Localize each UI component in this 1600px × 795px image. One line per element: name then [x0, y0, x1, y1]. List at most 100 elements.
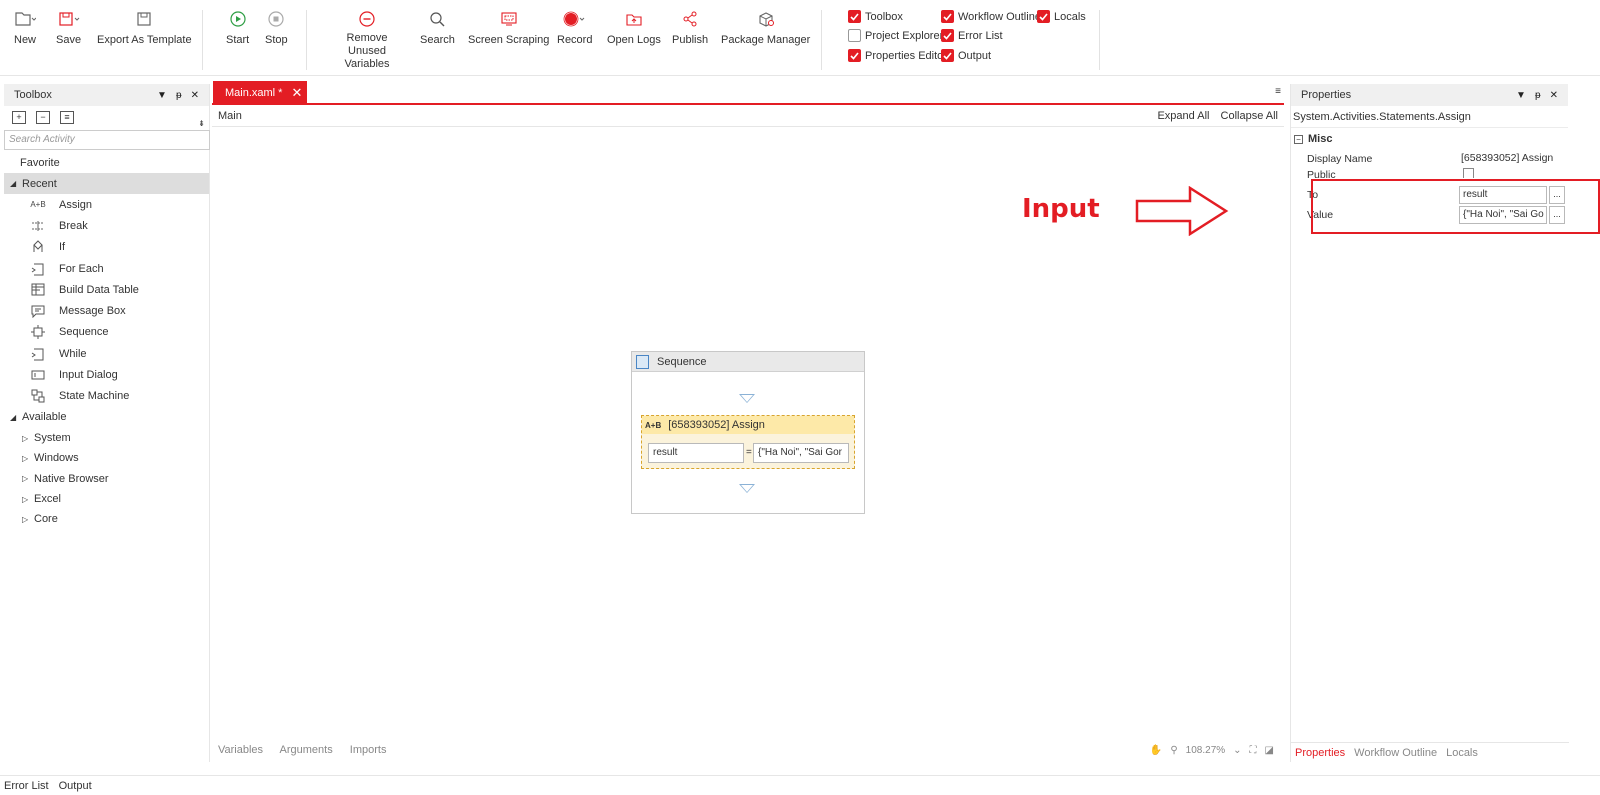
activity-for-each[interactable]: For Each [4, 258, 209, 279]
tree-windows[interactable]: ▷ Windows [4, 448, 209, 468]
toggle-error-list-checkbox[interactable]: Error List [941, 29, 1003, 42]
new-file-icon [14, 8, 36, 30]
variables-tab[interactable]: Variables [218, 744, 263, 756]
unchecked-box-icon [848, 29, 861, 42]
collapse-all-link[interactable]: Collapse All [1221, 110, 1278, 122]
sequence-header: Sequence [632, 352, 864, 372]
sequence-icon [30, 325, 46, 340]
sequence-activity[interactable]: Sequence A+B [658393052] Assign result =… [631, 351, 865, 514]
start-button[interactable]: Start [226, 8, 249, 47]
drop-target-arrow-icon[interactable] [739, 484, 755, 493]
list-view-icon[interactable]: ≡ [60, 110, 74, 124]
overview-icon[interactable]: ◪ [1265, 745, 1274, 756]
save-button[interactable]: Save [56, 8, 81, 47]
toggle-locals-checkbox[interactable]: Locals [1037, 10, 1086, 23]
workflow-designer: Main.xaml * ✕ ≡ Main Expand All Collapse… [212, 80, 1284, 760]
break-icon [30, 219, 46, 232]
tree-favorite[interactable]: Favorite [4, 152, 209, 173]
tree-system[interactable]: ▷ System [4, 428, 209, 448]
output-tab[interactable]: Output [59, 780, 92, 792]
play-icon [230, 8, 246, 30]
properties-title: Properties [1301, 89, 1352, 101]
new-button[interactable]: New [14, 8, 36, 47]
dropdown-icon[interactable]: ▼ [1516, 90, 1526, 101]
assign-to-field[interactable]: result [648, 443, 744, 463]
expand-all-link[interactable]: Expand All [1157, 110, 1209, 122]
error-list-tab[interactable]: Error List [4, 780, 49, 792]
tree-core[interactable]: ▷ Core [4, 509, 209, 529]
breadcrumb[interactable]: Main [218, 110, 242, 122]
ribbon-toolbar: New Save Export As Template Start Stop R… [0, 0, 1600, 76]
tree-excel[interactable]: ▷ Excel [4, 489, 209, 509]
tree-available[interactable]: ◢ Available [4, 407, 209, 428]
collapse-box-icon: − [1294, 134, 1303, 144]
activity-message-box[interactable]: Message Box [4, 300, 209, 321]
expand-arrow-icon: ▷ [22, 494, 29, 504]
toggle-workflow-outline-checkbox[interactable]: Workflow Outline [941, 10, 1041, 23]
dropdown-icon[interactable]: ▼ [157, 90, 167, 101]
activity-assign[interactable]: A+B Assign [4, 194, 209, 215]
activity-sequence[interactable]: Sequence [4, 322, 209, 343]
activity-state-machine[interactable]: State Machine [4, 386, 209, 407]
imports-tab[interactable]: Imports [350, 744, 387, 756]
zoom-icon[interactable]: ⚲ [1170, 745, 1177, 756]
open-logs-button[interactable]: Open Logs [607, 8, 661, 47]
publish-button[interactable]: Publish [672, 8, 708, 47]
export-template-button[interactable]: Export As Template [97, 8, 192, 47]
package-icon [727, 8, 805, 30]
pin-icon[interactable]: ᵽ [176, 90, 182, 101]
search-activity-input[interactable]: Search Activity [4, 130, 210, 150]
category-misc[interactable]: − Misc [1291, 132, 1568, 146]
tab-overflow-icon[interactable]: ≡ [1275, 86, 1281, 97]
public-checkbox[interactable] [1463, 168, 1474, 178]
ribbon-separator [1099, 10, 1100, 70]
toggle-output-checkbox[interactable]: Output [941, 49, 991, 62]
assign-value-field[interactable]: {"Ha Noi", "Sai Gor [753, 443, 849, 463]
input-dialog-icon [30, 369, 46, 382]
while-icon [30, 347, 46, 361]
tab-properties[interactable]: Properties [1295, 747, 1345, 759]
activity-build-data-table[interactable]: Build Data Table [4, 279, 209, 300]
stop-icon [268, 8, 284, 30]
package-manager-button[interactable]: Package Manager [721, 8, 810, 47]
expand-all-icon[interactable]: + [12, 110, 26, 124]
toggle-properties-editor-checkbox[interactable]: Properties Editor [848, 49, 947, 62]
pin-icon[interactable]: ᵽ [1535, 90, 1541, 101]
check-icon [848, 10, 861, 23]
activity-break[interactable]: Break [4, 215, 209, 236]
tree-native-browser[interactable]: ▷ Native Browser [4, 469, 209, 489]
search-button[interactable]: Search [420, 8, 455, 47]
stop-button[interactable]: Stop [265, 8, 288, 47]
tab-locals[interactable]: Locals [1446, 747, 1478, 759]
arguments-tab[interactable]: Arguments [280, 744, 333, 756]
close-icon[interactable]: ✕ [191, 90, 199, 101]
toggle-project-explorer-checkbox[interactable]: Project Explorer [848, 29, 943, 42]
activity-if[interactable]: If [4, 237, 209, 258]
annotation-input-label: Input [1022, 194, 1100, 224]
remove-unused-variables-button[interactable]: Remove Unused Variables [327, 8, 407, 71]
activity-input-dialog[interactable]: Input Dialog [4, 364, 209, 385]
activity-while[interactable]: While [4, 343, 209, 364]
record-button[interactable]: Record [557, 8, 592, 47]
tab-workflow-outline[interactable]: Workflow Outline [1354, 747, 1437, 759]
share-icon [682, 8, 698, 30]
hand-pan-icon[interactable]: ✋ [1150, 745, 1162, 756]
close-tab-icon[interactable]: ✕ [291, 85, 302, 101]
close-icon[interactable]: ✕ [1550, 90, 1558, 101]
assign-activity[interactable]: A+B [658393052] Assign result = {"Ha Noi… [641, 415, 855, 469]
chevron-down-icon[interactable]: ⌄ [1233, 745, 1241, 756]
tree-recent[interactable]: ◢ Recent [4, 173, 209, 194]
expand-arrow-icon: ▷ [22, 433, 29, 443]
toggle-toolbox-checkbox[interactable]: Toolbox [848, 10, 903, 23]
screen-scraping-button[interactable]: Screen Scraping [468, 8, 549, 47]
activity-type-name: System.Activities.Statements.Assign [1291, 106, 1568, 128]
zoom-level[interactable]: 108.27% [1186, 745, 1225, 756]
overflow-icon[interactable]: ⇟ [198, 119, 205, 128]
tab-main-xaml[interactable]: Main.xaml * ✕ [213, 81, 307, 105]
bottom-panel-tabs: Error List Output [0, 775, 1600, 795]
fit-to-screen-icon[interactable]: ⛶ [1250, 745, 1257, 756]
display-name-value[interactable]: [658393052] Assign [1461, 152, 1553, 164]
collapse-all-icon[interactable]: − [36, 110, 50, 124]
drop-target-arrow-icon[interactable] [739, 394, 755, 403]
check-icon [941, 29, 954, 42]
